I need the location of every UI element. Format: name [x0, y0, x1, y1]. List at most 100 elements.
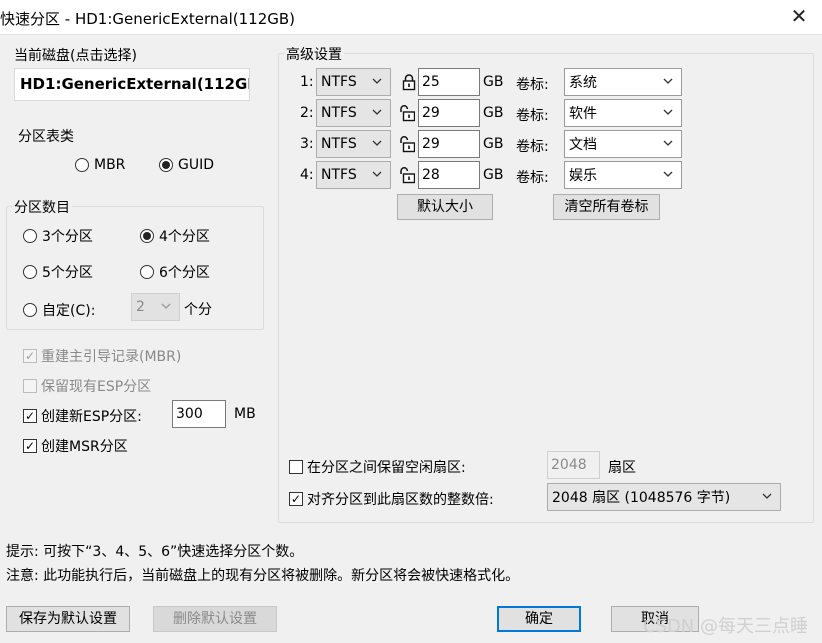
radio-mbr-dot [75, 158, 89, 172]
row-number: 1: [300, 74, 314, 90]
chevron-down-icon [372, 78, 382, 84]
volume-value: 软件 [569, 106, 597, 122]
radio-3-dot [23, 229, 37, 243]
fs-select[interactable]: NTFS [316, 99, 391, 127]
rebuild-mbr-label: 重建主引导记录(MBR) [41, 349, 182, 365]
partition-count-label: 分区数目 [12, 197, 72, 217]
warning-text: 注意: 此功能执行后，当前磁盘上的现有分区将被删除。新分区将会被快速格式化。 [6, 568, 520, 584]
fs-value: NTFS [321, 105, 357, 121]
lock-open-icon[interactable] [399, 135, 415, 153]
radio-6-dot [140, 265, 154, 279]
radio-custom-dot [23, 303, 37, 317]
radio-mbr[interactable]: MBR [75, 157, 125, 173]
size-unit: GB [483, 136, 504, 152]
radio-custom-label: 自定(C): [42, 303, 96, 319]
custom-count-select[interactable]: 2 [131, 293, 180, 321]
disk-label: 当前磁盘(点击选择) [14, 48, 137, 64]
size-input[interactable]: 25 [418, 68, 480, 96]
volume-select[interactable]: 软件 [564, 99, 682, 127]
chevron-down-icon [372, 140, 382, 146]
size-input[interactable]: 29 [418, 130, 480, 158]
radio-4-partitions[interactable]: 4个分区 [140, 226, 210, 246]
radio-5-partitions[interactable]: 5个分区 [23, 262, 93, 282]
save-default-button[interactable]: 保存为默认设置 [6, 606, 130, 632]
radio-6-label: 6个分区 [159, 265, 210, 281]
align-value: 2048 扇区 (1048576 字节) [552, 490, 731, 506]
volume-value: 系统 [569, 75, 597, 91]
radio-guid[interactable]: GUID [159, 157, 214, 173]
disk-select[interactable]: HD1:GenericExternal(112GB) - [14, 68, 250, 101]
check-icon: ✓ [23, 349, 37, 363]
create-esp-label: 创建新ESP分区: [41, 409, 142, 425]
radio-6-partitions[interactable]: 6个分区 [140, 262, 210, 282]
ok-button[interactable]: 确定 [497, 606, 581, 632]
check-icon: ✓ [23, 439, 37, 453]
size-unit: GB [483, 105, 504, 121]
volume-select[interactable]: 文档 [564, 130, 682, 158]
checkbox-align[interactable]: ✓ 对齐分区到此扇区数的整数倍: [289, 489, 494, 509]
checkbox-keep-esp[interactable]: 保留现有ESP分区 [23, 376, 151, 396]
radio-guid-label: GUID [178, 157, 215, 173]
lock-closed-icon[interactable] [401, 73, 417, 91]
fs-value: NTFS [321, 167, 357, 183]
fs-value: NTFS [321, 136, 357, 152]
volume-value: 文档 [569, 137, 597, 153]
size-unit: GB [483, 167, 504, 183]
delete-default-button[interactable]: 删除默认设置 [153, 606, 277, 632]
row-number: 2: [300, 105, 314, 121]
size-input[interactable]: 28 [418, 161, 480, 189]
radio-mbr-label: MBR [94, 157, 126, 173]
chevron-down-icon [663, 140, 673, 146]
checkbox-rebuild-mbr[interactable]: ✓ 重建主引导记录(MBR) [23, 346, 181, 366]
default-size-button[interactable]: 默认大小 [397, 194, 493, 220]
keep-free-label: 在分区之间保留空闲扇区: [307, 460, 466, 476]
volume-label-text: 卷标: [516, 170, 549, 186]
chevron-down-icon [663, 78, 673, 84]
volume-label-text: 卷标: [516, 77, 549, 93]
checkbox-create-msr[interactable]: ✓ 创建MSR分区 [23, 436, 128, 456]
hint-text: 提示: 可按下“3、4、5、6”快速选择分区个数。 [6, 544, 304, 560]
watermark: CSDN @每天三点睡 [642, 616, 808, 637]
volume-select[interactable]: 系统 [564, 68, 682, 96]
fs-select[interactable]: NTFS [316, 161, 391, 189]
title-bar: 快速分区 - HD1:GenericExternal(112GB) ✕ [0, 0, 822, 35]
size-input[interactable]: 29 [418, 99, 480, 127]
checkbox-create-esp[interactable]: ✓ 创建新ESP分区: [23, 406, 142, 426]
keep-esp-label: 保留现有ESP分区 [41, 379, 152, 395]
fs-select[interactable]: NTFS [316, 68, 391, 96]
volume-value: 娱乐 [569, 168, 597, 184]
align-select[interactable]: 2048 扇区 (1048576 字节) [547, 483, 781, 511]
checkbox-box [23, 379, 37, 393]
lock-open-icon[interactable] [399, 166, 415, 184]
volume-label-text: 卷标: [516, 108, 549, 124]
lock-open-icon[interactable] [399, 104, 415, 122]
radio-4-label: 4个分区 [159, 229, 210, 245]
chevron-down-icon [762, 493, 772, 499]
free-sectors-unit: 扇区 [608, 460, 636, 476]
row-number: 4: [300, 167, 314, 183]
size-unit: GB [483, 74, 504, 90]
checkbox-keep-free-sectors[interactable]: 在分区之间保留空闲扇区: [289, 457, 466, 477]
chevron-down-icon [372, 171, 382, 177]
custom-count-suffix: 个分 [184, 302, 212, 318]
free-sectors-input[interactable]: 2048 [547, 451, 600, 479]
clear-labels-button[interactable]: 清空所有卷标 [553, 194, 660, 220]
radio-5-dot [23, 265, 37, 279]
close-icon[interactable]: ✕ [786, 3, 812, 29]
advanced-label: 高级设置 [284, 44, 344, 64]
esp-size-input[interactable]: 300 [172, 400, 226, 428]
checkbox-box [289, 460, 303, 474]
check-icon: ✓ [289, 492, 303, 506]
fs-select[interactable]: NTFS [316, 130, 391, 158]
radio-custom[interactable]: 自定(C): [23, 300, 95, 320]
window-title: 快速分区 - HD1:GenericExternal(112GB) [0, 10, 296, 28]
fs-value: NTFS [321, 74, 357, 90]
radio-3-partitions[interactable]: 3个分区 [23, 226, 93, 246]
radio-guid-dot [159, 158, 173, 172]
chevron-down-icon [161, 303, 171, 309]
esp-size-unit: MB [234, 406, 256, 422]
volume-select[interactable]: 娱乐 [564, 161, 682, 189]
align-label: 对齐分区到此扇区数的整数倍: [307, 492, 494, 508]
create-msr-label: 创建MSR分区 [41, 439, 128, 455]
check-icon: ✓ [23, 409, 37, 423]
